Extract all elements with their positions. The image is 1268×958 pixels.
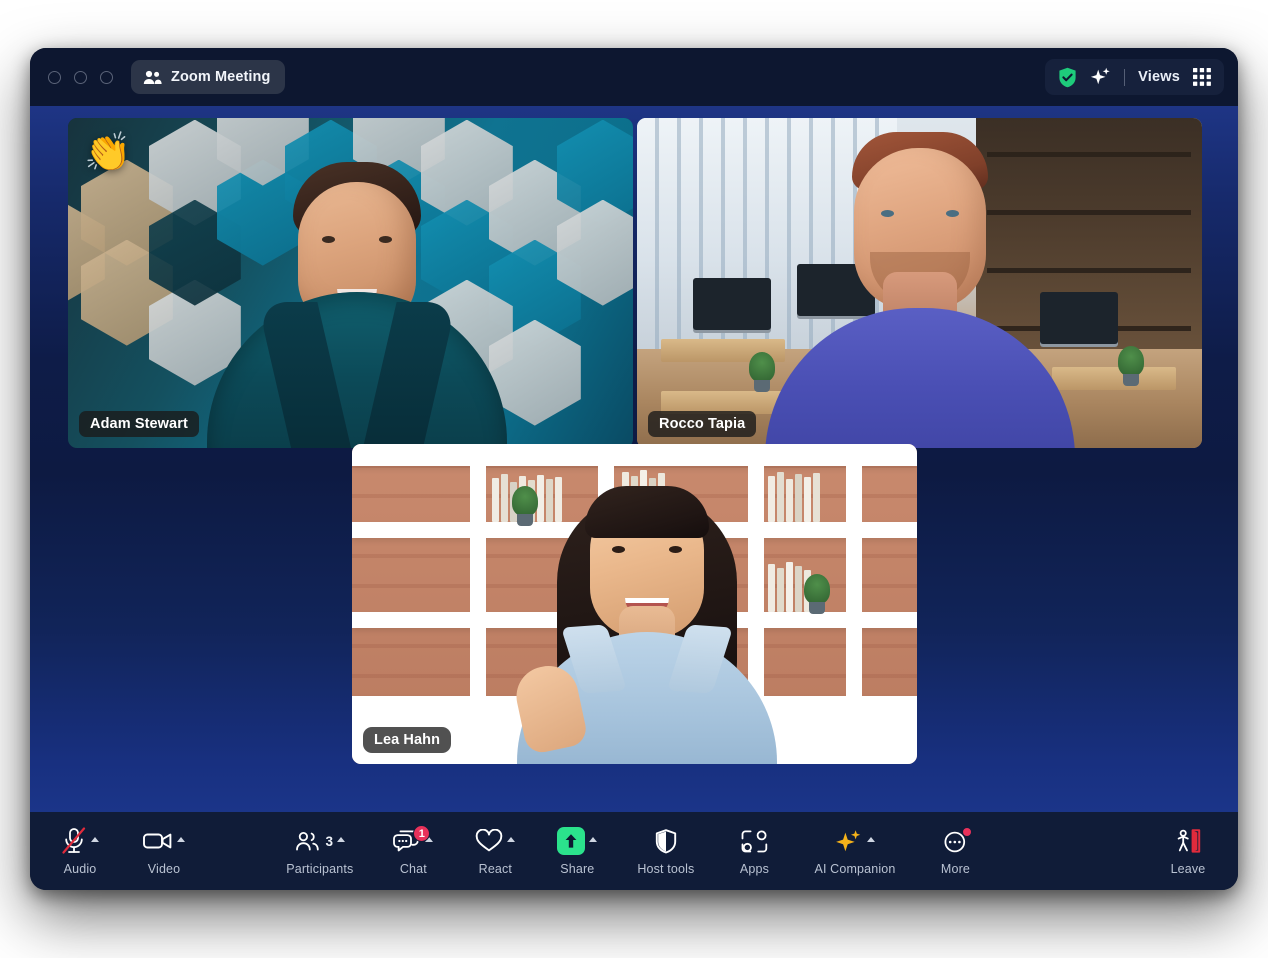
participant-nametag: Lea Hahn	[363, 727, 452, 753]
audio-button[interactable]: Audio	[52, 824, 108, 878]
more-dots-icon	[943, 826, 972, 854]
window-titlebar: Zoom Meeting Views	[30, 48, 1238, 106]
video-camera-icon	[143, 831, 173, 851]
chevron-up-icon[interactable]	[866, 837, 875, 842]
grid-icon[interactable]	[1193, 68, 1211, 86]
reaction-emoji: 👏	[84, 132, 132, 174]
video-feed	[637, 118, 1202, 448]
more-notification-dot	[961, 826, 972, 837]
chevron-up-icon[interactable]	[177, 837, 185, 842]
ai-companion-label: AI Companion	[814, 862, 896, 876]
participant-nametag: Rocco Tapia	[648, 411, 757, 437]
participants-label: Participants	[286, 862, 354, 876]
leave-label: Leave	[1170, 862, 1206, 876]
video-button[interactable]: Video	[136, 824, 192, 878]
views-label[interactable]: Views	[1138, 69, 1180, 85]
react-label: React	[478, 862, 513, 876]
meeting-title-label: Zoom Meeting	[171, 69, 271, 85]
participant-nametag: Adam Stewart	[79, 411, 199, 437]
heart-icon	[475, 829, 503, 853]
toolbar-left-group: Audio Video	[52, 824, 192, 878]
chevron-up-icon[interactable]	[91, 837, 99, 842]
host-tools-button[interactable]: Host tools	[631, 824, 700, 878]
chat-bubbles-icon: 1	[393, 825, 431, 852]
participant-figure	[760, 132, 1080, 448]
participants-button[interactable]: 3 Participants	[280, 824, 359, 878]
video-label: Video	[147, 862, 181, 876]
meeting-toolbar: Audio Video 3 Participants 1 Chat React …	[30, 812, 1238, 890]
close-window-button[interactable]	[48, 70, 61, 84]
participants-count: 3	[325, 833, 334, 849]
participants-icon	[295, 831, 321, 851]
share-screen-icon	[557, 827, 586, 855]
leave-door-icon	[1174, 828, 1202, 854]
leave-button[interactable]: Leave	[1160, 824, 1216, 878]
titlebar-divider	[1124, 68, 1126, 86]
video-gallery-stage: 👏 Adam Stewart Rocco Tapia Lea Hahn	[30, 106, 1238, 812]
participant-figure	[206, 148, 507, 448]
audio-label: Audio	[63, 862, 97, 876]
minimize-window-button[interactable]	[74, 70, 87, 84]
toolbar-center-group: 3 Participants 1 Chat React Share Host t…	[280, 824, 983, 878]
video-tile-lea-hahn[interactable]: Lea Hahn	[352, 444, 917, 764]
maximize-window-button[interactable]	[100, 70, 113, 84]
chevron-up-icon[interactable]	[337, 837, 346, 842]
chat-button[interactable]: 1 Chat	[385, 824, 441, 878]
zoom-meeting-window: Zoom Meeting Views 👏 Adam Stewart Rocco …	[30, 48, 1238, 890]
meeting-title-chip[interactable]: Zoom Meeting	[131, 60, 286, 94]
apps-icon	[741, 830, 768, 853]
video-feed	[352, 444, 917, 764]
screenshot-root: Zoom Meeting Views 👏 Adam Stewart Rocco …	[0, 0, 1268, 958]
host-tools-label: Host tools	[637, 862, 695, 876]
participant-figure	[497, 464, 797, 764]
microphone-muted-icon	[61, 827, 87, 855]
chat-label: Chat	[399, 862, 427, 876]
more-button[interactable]: More	[927, 824, 983, 878]
video-tile-rocco-tapia[interactable]: Rocco Tapia	[637, 118, 1202, 448]
shield-check-icon[interactable]	[1058, 67, 1077, 88]
chevron-up-icon[interactable]	[507, 837, 516, 842]
toolbar-right-group: Leave	[1160, 824, 1216, 878]
participants-group-icon	[143, 70, 162, 85]
video-feed	[68, 118, 633, 448]
share-label: Share	[560, 862, 595, 876]
react-button[interactable]: React	[467, 824, 523, 878]
more-label: More	[940, 862, 971, 876]
ai-companion-button[interactable]: AI Companion	[808, 824, 901, 878]
chevron-up-icon[interactable]	[589, 837, 598, 842]
ai-sparkle-icon	[835, 829, 863, 854]
sparkle-icon[interactable]	[1090, 67, 1111, 88]
video-tile-adam-stewart[interactable]: 👏 Adam Stewart	[68, 118, 633, 448]
shield-icon	[655, 828, 677, 854]
titlebar-right-controls: Views	[1045, 59, 1224, 95]
apps-button[interactable]: Apps	[726, 824, 782, 878]
traffic-lights	[48, 70, 113, 84]
share-button[interactable]: Share	[549, 824, 605, 878]
apps-label: Apps	[739, 862, 769, 876]
